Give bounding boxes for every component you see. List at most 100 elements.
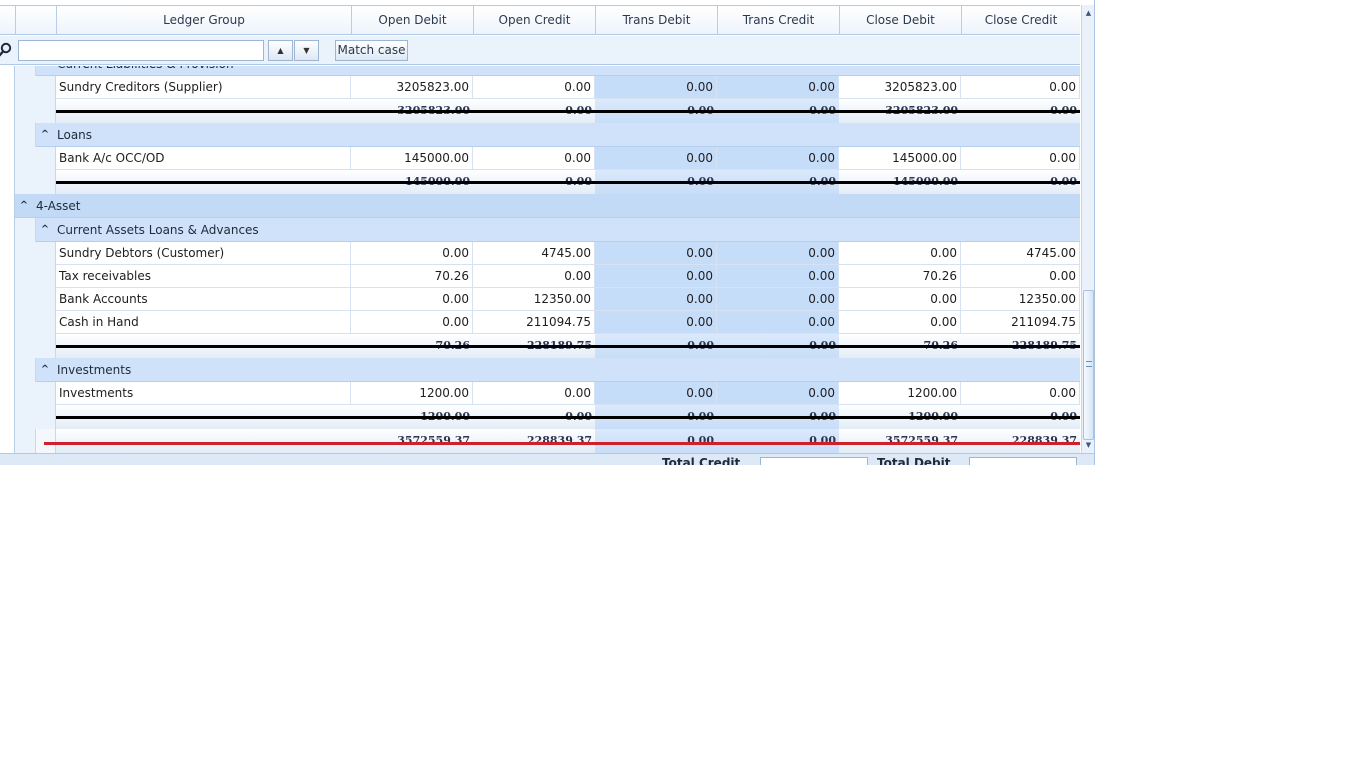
amount-cell[interactable]: 1200.00 — [351, 382, 473, 405]
amount-cell[interactable]: 0.00 — [595, 288, 717, 311]
amount-cell[interactable]: 0.00 — [961, 76, 1080, 99]
amount-cell[interactable]: 0.00 — [595, 382, 717, 405]
amount-cell[interactable]: 0.00 — [717, 382, 839, 405]
group-row[interactable]: ^ Loans — [0, 123, 1080, 147]
amount-cell[interactable]: 211094.75 — [473, 311, 595, 334]
amount-cell[interactable]: 0.00 — [351, 288, 473, 311]
group-row[interactable]: ^ 4-Asset — [0, 194, 1080, 218]
amount-cell[interactable]: 12350.00 — [961, 288, 1080, 311]
amount-cell[interactable]: 145000.00 — [839, 147, 961, 170]
chevron-up-icon[interactable]: ^ — [38, 218, 52, 242]
amount-cell[interactable]: 0.00 — [473, 147, 595, 170]
amount-cell[interactable]: 1200.00 — [839, 382, 961, 405]
group-summary-row[interactable]: 70.26228189.750.000.0070.26228189.75 — [0, 334, 1080, 358]
row-indicator[interactable] — [0, 194, 15, 218]
ledger-name-cell[interactable]: Bank A/c OCC/OD — [56, 147, 351, 170]
ledger-name-cell[interactable]: Cash in Hand — [56, 311, 351, 334]
amount-cell[interactable]: 0.00 — [717, 147, 839, 170]
scroll-up-icon[interactable]: ▲ — [1082, 7, 1094, 19]
header-trans-debit[interactable]: Trans Debit — [595, 6, 717, 35]
ledger-name-cell[interactable]: Sundry Debtors (Customer) — [56, 242, 351, 265]
table-row[interactable]: Sundry Creditors (Supplier) 3205823.00 0.0… — [0, 76, 1080, 99]
row-indicator[interactable] — [0, 147, 15, 170]
table-row[interactable]: Cash in Hand 0.00 211094.75 0.00 0.00 0.00 211… — [0, 311, 1080, 334]
amount-cell[interactable]: 0.00 — [473, 76, 595, 99]
amount-cell[interactable]: 70.26 — [351, 265, 473, 288]
amount-cell[interactable]: 0.00 — [717, 311, 839, 334]
row-indicator[interactable] — [0, 358, 15, 382]
amount-cell[interactable]: 0.00 — [717, 265, 839, 288]
ledger-name-cell[interactable]: Sundry Creditors (Supplier) — [56, 76, 351, 99]
row-indicator[interactable] — [0, 99, 15, 123]
group-summary-row[interactable]: 1200.000.000.000.001200.000.00 — [0, 405, 1080, 429]
header-open-credit[interactable]: Open Credit — [473, 6, 595, 35]
row-indicator[interactable] — [0, 429, 15, 453]
ledger-name-cell[interactable]: Investments — [56, 382, 351, 405]
row-indicator[interactable] — [0, 405, 15, 429]
amount-cell[interactable]: 0.00 — [351, 242, 473, 265]
group-row[interactable]: ^ Current Assets Loans & Advances — [0, 218, 1080, 242]
row-indicator[interactable] — [0, 288, 15, 311]
amount-cell[interactable]: 145000.00 — [351, 147, 473, 170]
table-row[interactable]: Bank Accounts 0.00 12350.00 0.00 0.00 0.00 123… — [0, 288, 1080, 311]
chevron-up-icon[interactable]: ^ — [38, 358, 52, 382]
row-indicator[interactable] — [0, 170, 15, 194]
amount-cell[interactable]: 0.00 — [839, 288, 961, 311]
amount-cell[interactable]: 0.00 — [473, 265, 595, 288]
row-indicator[interactable] — [0, 382, 15, 405]
row-indicator[interactable] — [0, 218, 15, 242]
amount-cell[interactable]: 0.00 — [839, 242, 961, 265]
match-case-button[interactable]: Match case — [335, 40, 408, 61]
amount-cell[interactable]: 0.00 — [595, 265, 717, 288]
grand-total-row[interactable]: 3572559.37 228839.37 0.00 0.00 3572559.37 228… — [0, 429, 1080, 453]
amount-cell[interactable]: 4745.00 — [961, 242, 1080, 265]
amount-cell[interactable]: 0.00 — [595, 76, 717, 99]
row-indicator[interactable] — [0, 66, 15, 76]
chevron-up-icon[interactable]: ^ — [38, 66, 52, 76]
header-close-credit[interactable]: Close Credit — [961, 6, 1080, 35]
amount-cell[interactable]: 3205823.00 — [839, 76, 961, 99]
scroll-down-icon[interactable]: ▼ — [1082, 439, 1094, 451]
amount-cell[interactable]: 0.00 — [961, 265, 1080, 288]
total-debit-field[interactable] — [969, 457, 1077, 465]
header-trans-credit[interactable]: Trans Credit — [717, 6, 839, 35]
header-ledger-group[interactable]: Ledger Group — [56, 6, 351, 35]
row-indicator[interactable] — [0, 123, 15, 147]
amount-cell[interactable]: 12350.00 — [473, 288, 595, 311]
amount-cell[interactable]: 0.00 — [961, 382, 1080, 405]
amount-cell[interactable]: 0.00 — [595, 311, 717, 334]
total-credit-field[interactable] — [760, 457, 868, 465]
row-indicator[interactable] — [0, 76, 15, 99]
chevron-up-icon[interactable]: ^ — [38, 123, 52, 147]
header-close-debit[interactable]: Close Debit — [839, 6, 961, 35]
amount-cell[interactable]: 3205823.00 — [351, 76, 473, 99]
amount-cell[interactable]: 0.00 — [839, 311, 961, 334]
row-indicator[interactable] — [0, 242, 15, 265]
ledger-name-cell[interactable]: Bank Accounts — [56, 288, 351, 311]
table-row[interactable]: Tax receivables 70.26 0.00 0.00 0.00 70.26 0.0… — [0, 265, 1080, 288]
row-indicator[interactable] — [0, 311, 15, 334]
find-next-button[interactable]: ▼ — [294, 40, 319, 61]
find-previous-button[interactable]: ▲ — [268, 40, 293, 61]
row-indicator[interactable] — [0, 265, 15, 288]
amount-cell[interactable]: 211094.75 — [961, 311, 1080, 334]
amount-cell[interactable]: 0.00 — [351, 311, 473, 334]
group-row[interactable]: ^ Investments — [0, 358, 1080, 382]
group-row[interactable]: ^ Current Liabilities & Provision — [0, 66, 1080, 76]
amount-cell[interactable]: 0.00 — [717, 76, 839, 99]
header-open-debit[interactable]: Open Debit — [351, 6, 473, 35]
amount-cell[interactable]: 4745.00 — [473, 242, 595, 265]
vertical-scrollbar[interactable]: ▲ ▼ — [1081, 5, 1094, 453]
table-row[interactable]: Sundry Debtors (Customer) 0.00 4745.00 0.00… — [0, 242, 1080, 265]
amount-cell[interactable]: 0.00 — [473, 382, 595, 405]
group-summary-row[interactable]: 145000.000.000.000.00145000.000.00 — [0, 170, 1080, 194]
table-row[interactable]: Bank A/c OCC/OD 145000.00 0.00 0.00 0.00 1450… — [0, 147, 1080, 170]
amount-cell[interactable]: 0.00 — [595, 147, 717, 170]
amount-cell[interactable]: 0.00 — [595, 242, 717, 265]
amount-cell[interactable]: 0.00 — [717, 242, 839, 265]
scroll-thumb[interactable] — [1083, 290, 1094, 440]
ledger-name-cell[interactable]: Tax receivables — [56, 265, 351, 288]
amount-cell[interactable]: 70.26 — [839, 265, 961, 288]
amount-cell[interactable]: 0.00 — [961, 147, 1080, 170]
search-input[interactable] — [18, 40, 264, 61]
